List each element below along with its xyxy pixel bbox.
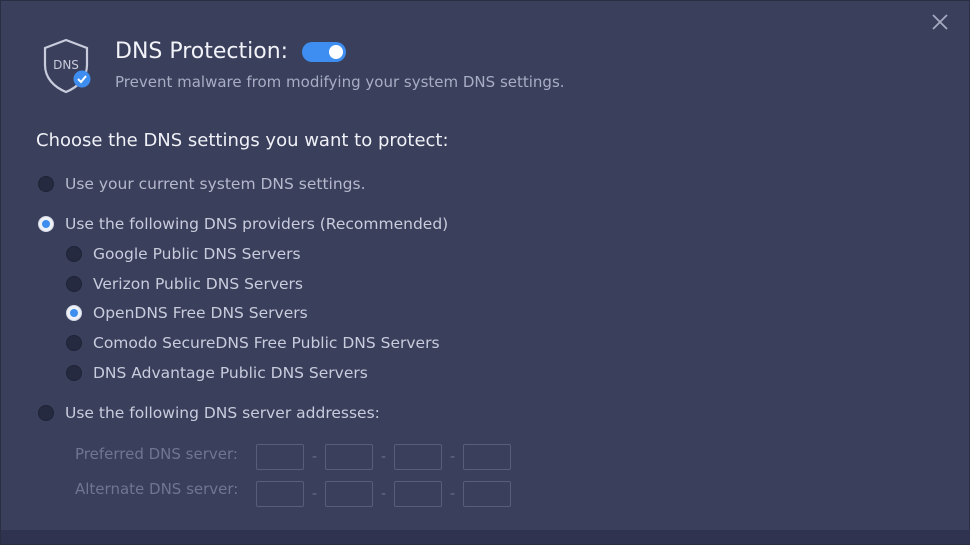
- toggle-knob: [329, 44, 344, 59]
- page-title: DNS Protection:: [115, 39, 289, 64]
- provider-comodo[interactable]: Comodo SecureDNS Free Public DNS Servers: [66, 334, 440, 352]
- dns-protection-toggle[interactable]: [302, 41, 347, 62]
- provider-label: OpenDNS Free DNS Servers: [93, 304, 308, 322]
- preferred-dns-octet-3[interactable]: [394, 444, 442, 470]
- radio-dns-providers[interactable]: [38, 216, 54, 232]
- header-title-row: DNS Protection:: [115, 39, 347, 64]
- ip-separator: -: [380, 486, 387, 502]
- option-dns-providers[interactable]: Use the following DNS providers (Recomme…: [38, 215, 448, 233]
- alternate-dns-input-group: - - -: [256, 481, 511, 507]
- ip-separator: -: [311, 486, 318, 502]
- preferred-dns-octet-2[interactable]: [325, 444, 373, 470]
- alternate-dns-octet-2[interactable]: [325, 481, 373, 507]
- radio-provider-dns-advantage[interactable]: [66, 365, 82, 381]
- radio-provider-google[interactable]: [66, 246, 82, 262]
- provider-label: Google Public DNS Servers: [93, 245, 301, 263]
- ip-separator: -: [311, 449, 318, 465]
- radio-provider-opendns[interactable]: [66, 305, 82, 321]
- dns-protection-dialog: DNS DNS Protection: Prevent malware from…: [0, 0, 970, 545]
- option-label: Use the following DNS server addresses:: [65, 404, 380, 422]
- preferred-dns-octet-1[interactable]: [256, 444, 304, 470]
- dns-shield-icon: DNS: [41, 37, 95, 95]
- provider-label: Verizon Public DNS Servers: [93, 275, 303, 293]
- option-label: Use the following DNS providers (Recomme…: [65, 215, 449, 233]
- page-subtitle: Prevent malware from modifying your syst…: [115, 73, 565, 91]
- provider-label: DNS Advantage Public DNS Servers: [93, 364, 368, 382]
- shield-label: DNS: [53, 58, 79, 72]
- preferred-dns-input-group: - - -: [256, 444, 511, 470]
- alternate-dns-octet-3[interactable]: [394, 481, 442, 507]
- ip-separator: -: [449, 449, 456, 465]
- radio-current-system-dns[interactable]: [38, 176, 54, 192]
- close-icon: [932, 14, 948, 30]
- alternate-dns-octet-4[interactable]: [463, 481, 511, 507]
- preferred-dns-octet-4[interactable]: [463, 444, 511, 470]
- preferred-dns-label: Preferred DNS server:: [75, 445, 238, 463]
- radio-dns-server-addresses[interactable]: [38, 405, 54, 421]
- provider-verizon[interactable]: Verizon Public DNS Servers: [66, 275, 303, 293]
- provider-opendns[interactable]: OpenDNS Free DNS Servers: [66, 304, 308, 322]
- ip-separator: -: [380, 449, 387, 465]
- alternate-dns-octet-1[interactable]: [256, 481, 304, 507]
- provider-google[interactable]: Google Public DNS Servers: [66, 245, 301, 263]
- close-button[interactable]: [929, 11, 951, 33]
- option-current-system-dns[interactable]: Use your current system DNS settings.: [38, 175, 366, 193]
- section-heading: Choose the DNS settings you want to prot…: [36, 130, 449, 151]
- provider-dns-advantage[interactable]: DNS Advantage Public DNS Servers: [66, 364, 368, 382]
- option-label: Use your current system DNS settings.: [65, 175, 366, 193]
- radio-provider-comodo[interactable]: [66, 335, 82, 351]
- radio-provider-verizon[interactable]: [66, 276, 82, 292]
- ip-separator: -: [449, 486, 456, 502]
- option-dns-server-addresses[interactable]: Use the following DNS server addresses:: [38, 404, 380, 422]
- alternate-dns-label: Alternate DNS server:: [75, 480, 239, 498]
- provider-label: Comodo SecureDNS Free Public DNS Servers: [93, 334, 440, 352]
- bottom-strip: [1, 530, 970, 544]
